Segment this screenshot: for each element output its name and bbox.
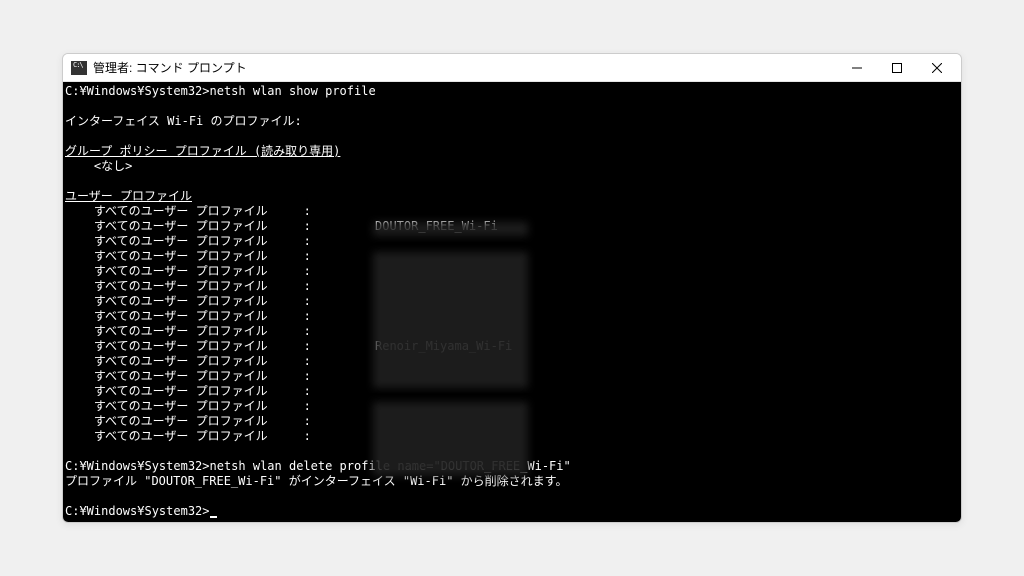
prompt-path: C:¥Windows¥System32> <box>65 84 210 98</box>
profile-name: DOUTOR_FREE_Wi-Fi <box>375 219 498 234</box>
profile-label: すべてのユーザー プロファイル : <box>65 204 375 219</box>
profile-label: すべてのユーザー プロファイル : <box>65 369 375 384</box>
blank-line <box>63 99 961 114</box>
prompt-line: C:¥Windows¥System32> <box>63 504 961 519</box>
profiles-list: すべてのユーザー プロファイル : すべてのユーザー プロファイル : DOUT… <box>63 204 961 444</box>
profile-label: すべてのユーザー プロファイル : <box>65 279 375 294</box>
blank-line <box>63 444 961 459</box>
window-controls <box>837 54 957 82</box>
profile-label: すべてのユーザー プロファイル : <box>65 249 375 264</box>
profile-row: すべてのユーザー プロファイル : <box>63 429 961 444</box>
profile-label: すべてのユーザー プロファイル : <box>65 414 375 429</box>
command-text: netsh wlan show profile <box>210 84 376 98</box>
profile-label: すべてのユーザー プロファイル : <box>65 219 375 234</box>
maximize-icon <box>892 63 902 73</box>
close-button[interactable] <box>917 54 957 82</box>
none-text: <なし> <box>63 159 961 174</box>
user-profiles-header: ユーザー プロファイル <box>63 189 961 204</box>
profile-row: すべてのユーザー プロファイル : <box>63 324 961 339</box>
minimize-button[interactable] <box>837 54 877 82</box>
profile-label: すべてのユーザー プロファイル : <box>65 429 375 444</box>
profile-row: すべてのユーザー プロファイル : <box>63 354 961 369</box>
command-prompt-window: 管理者: コマンド プロンプト C:¥Windows¥System32>nets… <box>62 53 962 523</box>
profile-row: すべてのユーザー プロファイル : <box>63 234 961 249</box>
profile-row: すべてのユーザー プロファイル : Renoir_Miyama_Wi-Fi <box>63 339 961 354</box>
profile-row: すべてのユーザー プロファイル : <box>63 294 961 309</box>
profile-row: すべてのユーザー プロファイル : <box>63 369 961 384</box>
profile-row: すべてのユーザー プロファイル : <box>63 204 961 219</box>
profile-row: すべてのユーザー プロファイル : <box>63 384 961 399</box>
maximize-button[interactable] <box>877 54 917 82</box>
profile-label: すべてのユーザー プロファイル : <box>65 354 375 369</box>
profile-row: すべてのユーザー プロファイル : <box>63 414 961 429</box>
profile-label: すべてのユーザー プロファイル : <box>65 264 375 279</box>
profile-row: すべてのユーザー プロファイル : <box>63 309 961 324</box>
command-text: netsh wlan delete profile name="DOUTOR_F… <box>210 459 571 473</box>
blank-line <box>63 129 961 144</box>
prompt-path: C:¥Windows¥System32> <box>65 459 210 473</box>
profile-row: すべてのユーザー プロファイル : <box>63 399 961 414</box>
profile-label: すべてのユーザー プロファイル : <box>65 294 375 309</box>
window-title: 管理者: コマンド プロンプト <box>93 59 247 76</box>
profile-row: すべてのユーザー プロファイル : <box>63 279 961 294</box>
profile-row: すべてのユーザー プロファイル : <box>63 249 961 264</box>
profile-label: すべてのユーザー プロファイル : <box>65 399 375 414</box>
prompt-path: C:¥Windows¥System32> <box>65 504 210 518</box>
cursor <box>210 516 217 518</box>
terminal-output[interactable]: C:¥Windows¥System32>netsh wlan show prof… <box>63 82 961 522</box>
minimize-icon <box>852 63 862 73</box>
prompt-line: C:¥Windows¥System32>netsh wlan show prof… <box>63 84 961 99</box>
delete-result: プロファイル "DOUTOR_FREE_Wi-Fi" がインターフェイス "Wi… <box>63 474 961 489</box>
profile-label: すべてのユーザー プロファイル : <box>65 339 375 354</box>
group-policy-header: グループ ポリシー プロファイル (読み取り専用) <box>63 144 961 159</box>
prompt-line: C:¥Windows¥System32>netsh wlan delete pr… <box>63 459 961 474</box>
profile-label: すべてのユーザー プロファイル : <box>65 384 375 399</box>
profile-label: すべてのユーザー プロファイル : <box>65 234 375 249</box>
interface-header: インターフェイス Wi-Fi のプロファイル: <box>63 114 961 129</box>
blank-line <box>63 174 961 189</box>
titlebar[interactable]: 管理者: コマンド プロンプト <box>63 54 961 82</box>
close-icon <box>932 63 942 73</box>
profile-row: すべてのユーザー プロファイル : DOUTOR_FREE_Wi-Fi <box>63 219 961 234</box>
cmd-icon <box>71 61 87 75</box>
profile-name: Renoir_Miyama_Wi-Fi <box>375 339 512 354</box>
profile-label: すべてのユーザー プロファイル : <box>65 309 375 324</box>
blank-line <box>63 489 961 504</box>
profile-row: すべてのユーザー プロファイル : <box>63 264 961 279</box>
profile-label: すべてのユーザー プロファイル : <box>65 324 375 339</box>
